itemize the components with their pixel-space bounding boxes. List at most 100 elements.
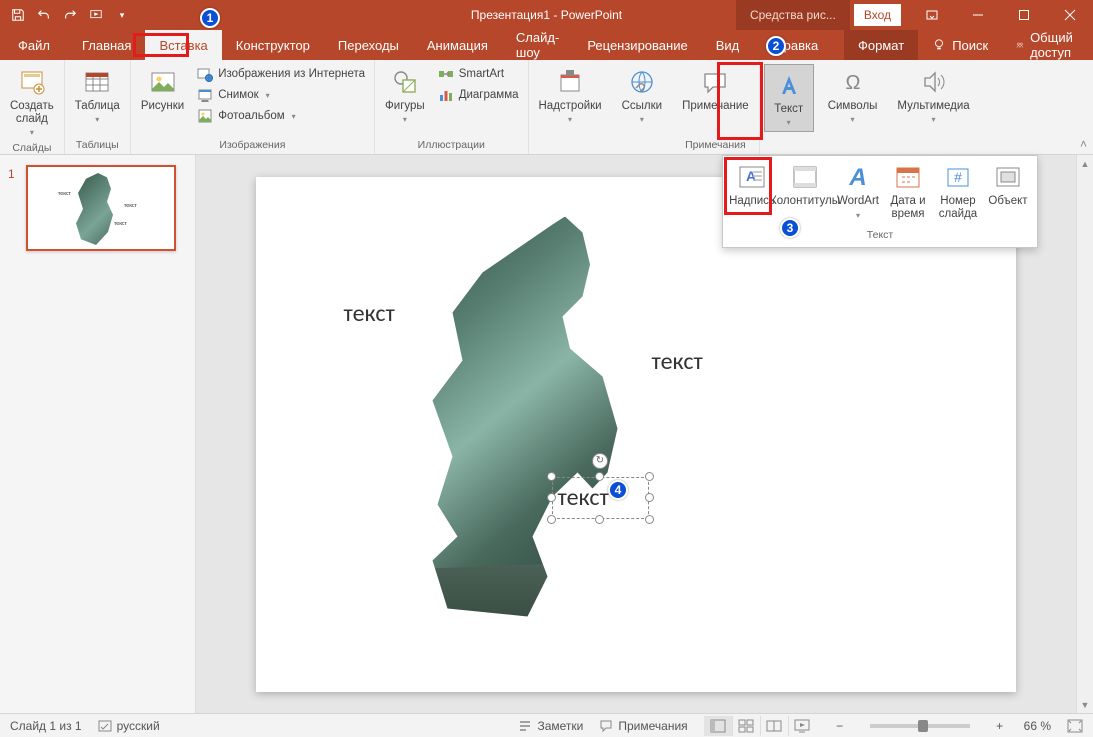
selected-textbox[interactable]: ↻ текст <box>552 477 649 519</box>
ribbon-group-slides: Создать слайд ▾ Слайды <box>0 60 65 154</box>
share-button[interactable]: Общий доступ <box>1002 30 1093 60</box>
fit-to-window-button[interactable] <box>1067 719 1083 733</box>
shapes-button[interactable]: Фигуры ▾ <box>379 64 431 126</box>
zoom-out-button[interactable]: − <box>832 719 848 733</box>
notes-button[interactable]: Заметки <box>518 719 583 733</box>
slide-textbox-1[interactable]: текст <box>344 299 395 328</box>
symbols-button[interactable]: Ω Символы ▾ <box>822 64 884 126</box>
table-icon <box>81 66 113 98</box>
shapes-icon <box>389 66 421 98</box>
slide-canvas[interactable]: текст текст ↻ текст <box>256 177 1016 692</box>
slide-thumbnails-pane[interactable]: 1 текст текст текст <box>0 155 196 713</box>
vertical-scrollbar[interactable]: ▲ ▼ <box>1076 155 1093 713</box>
online-pictures-button[interactable]: Изображения из Интернета <box>192 64 370 84</box>
textbox-icon: A <box>736 162 768 192</box>
links-button[interactable]: Ссылки ▾ <box>616 64 669 126</box>
resize-handle-se[interactable] <box>645 515 654 524</box>
slide-number-button[interactable]: # Номер слайда <box>935 160 981 223</box>
tab-transitions[interactable]: Переходы <box>324 30 413 60</box>
new-slide-button[interactable]: Создать слайд ▾ <box>4 64 60 140</box>
tab-animation[interactable]: Анимация <box>413 30 502 60</box>
signin-button[interactable]: Вход <box>854 4 901 26</box>
tab-home[interactable]: Главная <box>68 30 145 60</box>
table-button[interactable]: Таблица ▾ <box>69 64 126 126</box>
tab-review[interactable]: Рецензирование <box>573 30 701 60</box>
undo-button[interactable] <box>32 3 56 27</box>
resize-handle-s[interactable] <box>595 515 604 524</box>
ribbon-group-tables: Таблица ▾ Таблицы <box>65 60 131 154</box>
selected-textbox-text[interactable]: текст <box>558 483 609 512</box>
ribbon-group-links: Ссылки ▾ <box>612 60 673 154</box>
screenshot-button[interactable]: Снимок▾ <box>192 85 370 105</box>
svg-text:#: # <box>954 169 962 185</box>
annotation-number-4: 4 <box>608 480 628 500</box>
chart-button[interactable]: Диаграмма <box>433 85 524 105</box>
resize-handle-sw[interactable] <box>547 515 556 524</box>
links-icon <box>626 66 658 98</box>
tab-view[interactable]: Вид <box>702 30 754 60</box>
slide-position-label[interactable]: Слайд 1 из 1 <box>10 719 82 733</box>
qat-customize-button[interactable]: ▾ <box>110 3 134 27</box>
scroll-up-button[interactable]: ▲ <box>1077 155 1093 172</box>
wordart-icon: A <box>842 162 874 192</box>
textbox-button[interactable]: A Надпись <box>729 160 775 223</box>
status-bar: Слайд 1 из 1 русский Заметки Примечания … <box>0 713 1093 737</box>
start-from-beginning-button[interactable] <box>84 3 108 27</box>
resize-handle-e[interactable] <box>645 493 654 502</box>
language-button[interactable]: русский <box>98 719 160 733</box>
ribbon-display-options-button[interactable] <box>909 0 955 30</box>
text-dropdown-group-label: Текст <box>723 225 1037 247</box>
minimize-button[interactable] <box>955 0 1001 30</box>
resize-handle-nw[interactable] <box>547 472 556 481</box>
photo-album-icon <box>197 108 213 124</box>
wordart-button[interactable]: A WordArt ▾ <box>835 160 881 223</box>
comment-button[interactable]: Примечание <box>676 64 755 115</box>
ribbon-group-illustrations: Фигуры ▾ SmartArt Диаграмма Иллюстрации <box>375 60 528 154</box>
slide-image-statue[interactable] <box>408 217 658 617</box>
slide-textbox-2[interactable]: текст <box>652 347 703 376</box>
thumbnail-preview[interactable]: текст текст текст <box>26 165 176 251</box>
tab-file[interactable]: Файл <box>0 30 68 60</box>
redo-button[interactable] <box>58 3 82 27</box>
media-button[interactable]: Мультимедиа ▾ <box>891 64 975 126</box>
zoom-slider[interactable] <box>870 724 970 728</box>
collapse-ribbon-button[interactable]: ˄ <box>1080 137 1087 151</box>
addins-button[interactable]: Надстройки ▾ <box>533 64 608 126</box>
slideshow-view-button[interactable] <box>788 716 816 736</box>
close-button[interactable] <box>1047 0 1093 30</box>
contextual-tab-label: Средства рис... <box>736 0 850 30</box>
spellcheck-icon <box>98 719 112 733</box>
rotate-handle[interactable]: ↻ <box>592 453 608 469</box>
normal-view-button[interactable] <box>704 716 732 736</box>
header-footer-button[interactable]: Колонтитулы <box>779 160 831 223</box>
reading-view-button[interactable] <box>760 716 788 736</box>
object-icon <box>992 162 1024 192</box>
tab-insert[interactable]: Вставка <box>145 30 221 60</box>
tab-design[interactable]: Конструктор <box>222 30 324 60</box>
tab-slideshow[interactable]: Слайд-шоу <box>502 30 573 60</box>
save-button[interactable] <box>6 3 30 27</box>
text-dropdown-button[interactable]: Текст ▾ <box>764 64 814 132</box>
comments-icon <box>599 719 613 733</box>
addins-icon <box>554 66 586 98</box>
annotation-number-1: 1 <box>200 8 220 28</box>
zoom-in-button[interactable]: + <box>992 719 1008 733</box>
photo-album-button[interactable]: Фотоальбом▾ <box>192 106 370 126</box>
comments-button[interactable]: Примечания <box>599 719 687 733</box>
smartart-button[interactable]: SmartArt <box>433 64 524 84</box>
slide-sorter-view-button[interactable] <box>732 716 760 736</box>
pictures-button[interactable]: Рисунки <box>135 64 190 115</box>
object-button[interactable]: Объект <box>985 160 1031 223</box>
resize-handle-n[interactable] <box>595 472 604 481</box>
resize-handle-w[interactable] <box>547 493 556 502</box>
tab-format[interactable]: Формат <box>844 30 918 60</box>
ribbon-group-text: Текст ▾ <box>760 60 818 154</box>
resize-handle-ne[interactable] <box>645 472 654 481</box>
thumbnail-item[interactable]: 1 текст текст текст <box>8 165 187 251</box>
zoom-level-label[interactable]: 66 % <box>1024 719 1051 733</box>
scroll-down-button[interactable]: ▼ <box>1077 696 1093 713</box>
maximize-button[interactable] <box>1001 0 1047 30</box>
notes-icon <box>518 719 532 733</box>
date-time-button[interactable]: Дата и время <box>885 160 931 223</box>
tell-me-search[interactable]: Поиск <box>918 30 1002 60</box>
